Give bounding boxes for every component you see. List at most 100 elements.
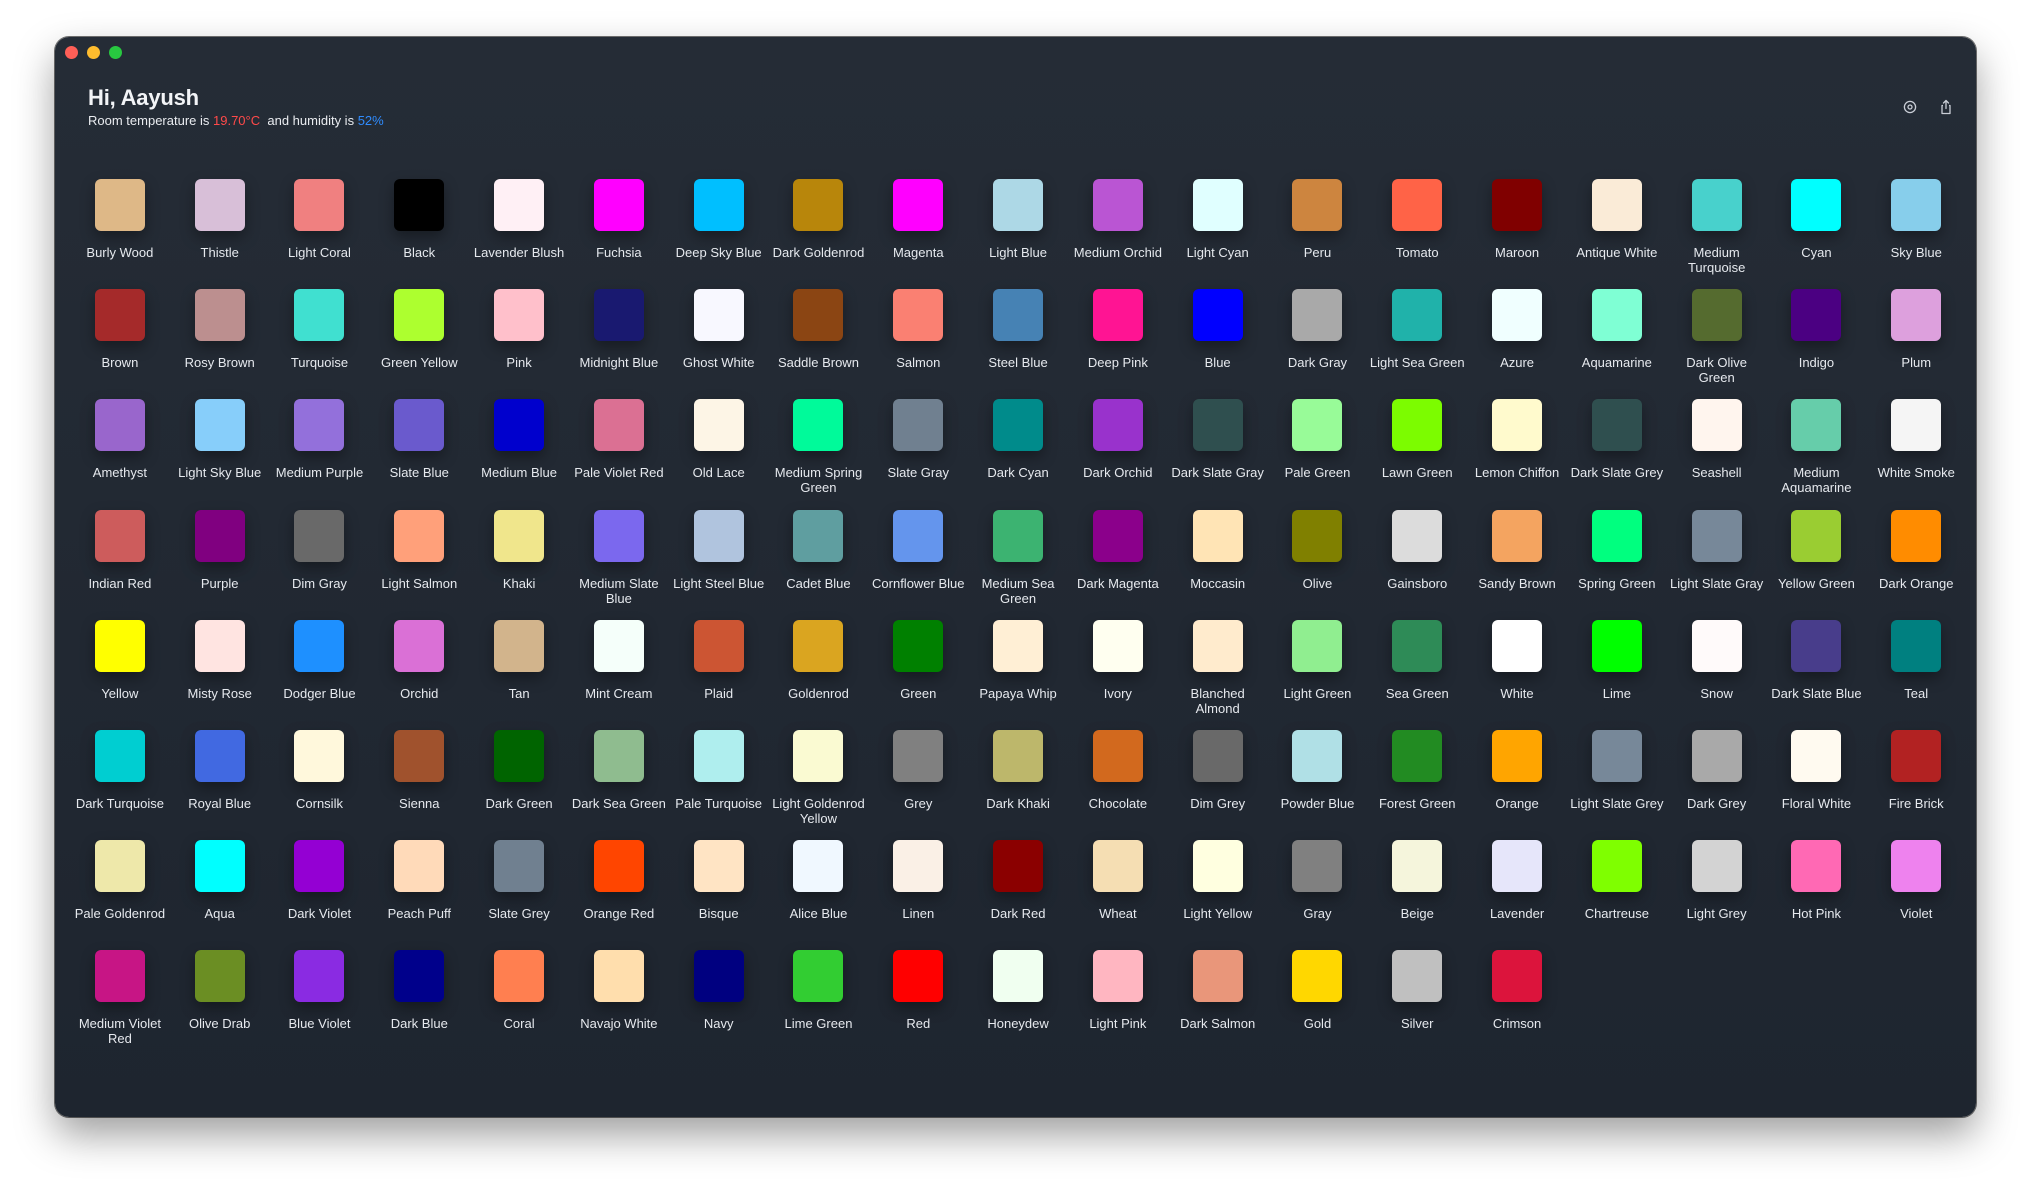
color-tile[interactable]: Lime <box>1567 619 1667 730</box>
color-swatch[interactable] <box>1891 289 1942 342</box>
color-tile[interactable]: Purple <box>170 509 270 620</box>
color-tile[interactable]: White Smoke <box>1866 399 1966 509</box>
minimize-window-button[interactable] <box>87 46 100 59</box>
color-tile[interactable]: Sandy Brown <box>1467 509 1567 620</box>
color-swatch[interactable] <box>1691 619 1742 672</box>
color-tile[interactable]: Pale Turquoise <box>669 729 769 840</box>
color-swatch[interactable] <box>394 840 445 893</box>
color-tile[interactable]: Dark Turquoise <box>70 729 170 840</box>
color-swatch[interactable] <box>1192 729 1243 782</box>
color-swatch[interactable] <box>494 729 545 782</box>
color-swatch[interactable] <box>893 399 944 452</box>
color-swatch[interactable] <box>1791 289 1842 342</box>
color-swatch[interactable] <box>693 840 744 893</box>
color-tile[interactable]: Tan <box>469 619 569 730</box>
color-tile[interactable]: Midnight Blue <box>569 289 669 399</box>
color-tile[interactable]: Light Green <box>1268 619 1368 730</box>
color-tile[interactable]: Light Sea Green <box>1367 289 1467 399</box>
color-tile[interactable]: Green Yellow <box>369 289 469 399</box>
color-swatch[interactable] <box>593 619 644 672</box>
color-tile[interactable]: Papaya Whip <box>968 619 1068 730</box>
color-swatch[interactable] <box>1492 399 1543 452</box>
color-tile[interactable]: White <box>1467 619 1567 730</box>
color-tile[interactable]: Aquamarine <box>1567 289 1667 399</box>
color-tile[interactable]: Thistle <box>170 179 270 289</box>
color-swatch[interactable] <box>993 399 1044 452</box>
color-tile[interactable]: Indian Red <box>70 509 170 620</box>
color-tile[interactable]: Brown <box>70 289 170 399</box>
color-swatch[interactable] <box>1392 729 1443 782</box>
color-swatch[interactable] <box>593 179 644 231</box>
color-swatch[interactable] <box>693 729 744 782</box>
color-tile[interactable]: Blue <box>1168 289 1268 399</box>
color-tile[interactable]: Medium Purple <box>270 399 370 509</box>
color-tile[interactable]: Green <box>868 619 968 730</box>
color-tile[interactable]: Ghost White <box>669 289 769 399</box>
color-swatch[interactable] <box>1691 179 1742 231</box>
color-tile[interactable]: Medium Spring Green <box>769 399 869 509</box>
color-tile[interactable]: Black <box>369 179 469 289</box>
color-swatch[interactable] <box>194 950 245 1003</box>
color-swatch[interactable] <box>1192 619 1243 672</box>
color-swatch[interactable] <box>693 619 744 672</box>
color-tile[interactable]: Light Blue <box>968 179 1068 289</box>
color-tile[interactable]: Light Goldenrod Yellow <box>769 729 869 840</box>
color-swatch[interactable] <box>194 399 245 452</box>
color-swatch[interactable] <box>494 399 545 452</box>
color-swatch[interactable] <box>94 289 145 342</box>
color-tile[interactable]: Ivory <box>1068 619 1168 730</box>
color-swatch[interactable] <box>294 289 345 342</box>
color-tile[interactable]: Slate Gray <box>868 399 968 509</box>
color-swatch[interactable] <box>294 840 345 893</box>
color-swatch[interactable] <box>1691 729 1742 782</box>
color-swatch[interactable] <box>194 289 245 342</box>
color-swatch[interactable] <box>1591 619 1642 672</box>
color-swatch[interactable] <box>1791 399 1842 452</box>
color-tile[interactable]: Indigo <box>1767 289 1867 399</box>
color-tile[interactable]: Dark Cyan <box>968 399 1068 509</box>
color-tile[interactable]: Dark Blue <box>369 950 469 1060</box>
color-swatch[interactable] <box>494 509 545 562</box>
color-swatch[interactable] <box>194 509 245 562</box>
color-swatch[interactable] <box>1891 619 1942 672</box>
color-tile[interactable]: Tomato <box>1367 179 1467 289</box>
color-swatch[interactable] <box>1092 729 1143 782</box>
color-swatch[interactable] <box>993 179 1044 231</box>
color-tile[interactable]: Dark Magenta <box>1068 509 1168 620</box>
color-tile[interactable]: Linen <box>868 840 968 950</box>
color-tile[interactable]: Lavender <box>1467 840 1567 950</box>
color-tile[interactable]: Cadet Blue <box>769 509 869 620</box>
color-tile[interactable]: Goldenrod <box>769 619 869 730</box>
color-swatch[interactable] <box>893 289 944 342</box>
color-tile[interactable]: Cornsilk <box>270 729 370 840</box>
color-swatch[interactable] <box>1392 179 1443 231</box>
color-swatch[interactable] <box>494 289 545 342</box>
color-swatch[interactable] <box>394 729 445 782</box>
color-swatch[interactable] <box>1492 950 1543 1003</box>
color-tile[interactable]: Dark Slate Blue <box>1767 619 1867 730</box>
color-tile[interactable]: Magenta <box>868 179 968 289</box>
color-swatch[interactable] <box>1192 509 1243 562</box>
color-swatch[interactable] <box>1392 509 1443 562</box>
color-swatch[interactable] <box>593 950 644 1003</box>
color-swatch[interactable] <box>1192 840 1243 893</box>
color-tile[interactable]: Aqua <box>170 840 270 950</box>
color-tile[interactable]: Coral <box>469 950 569 1060</box>
color-tile[interactable]: Dark Gray <box>1268 289 1368 399</box>
color-tile[interactable]: Wheat <box>1068 840 1168 950</box>
color-tile[interactable]: Teal <box>1866 619 1966 730</box>
color-swatch[interactable] <box>793 619 844 672</box>
color-tile[interactable]: Medium Sea Green <box>968 509 1068 620</box>
color-swatch[interactable] <box>1192 289 1243 342</box>
color-swatch[interactable] <box>1891 840 1942 893</box>
color-swatch[interactable] <box>1591 399 1642 452</box>
color-swatch[interactable] <box>1591 840 1642 893</box>
color-swatch[interactable] <box>693 179 744 231</box>
color-swatch[interactable] <box>1791 619 1842 672</box>
color-swatch[interactable] <box>1292 950 1343 1003</box>
color-tile[interactable]: Plaid <box>669 619 769 730</box>
color-swatch[interactable] <box>1691 840 1742 893</box>
color-swatch[interactable] <box>1591 289 1642 342</box>
color-swatch[interactable] <box>893 619 944 672</box>
color-tile[interactable]: Light Yellow <box>1168 840 1268 950</box>
